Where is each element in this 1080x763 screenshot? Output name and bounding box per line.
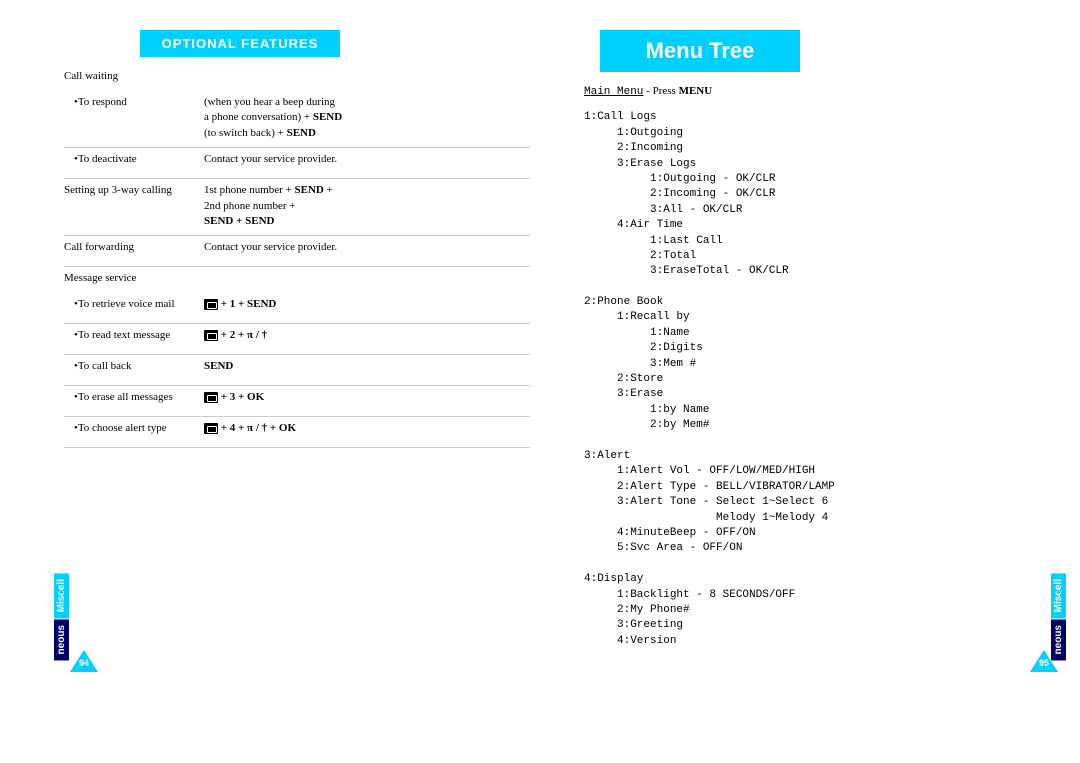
side-tab-top: Miscell — [54, 573, 69, 618]
left-content: Call waiting •To respond (when you hear … — [60, 69, 540, 448]
intro-underline: Main Menu — [584, 86, 643, 98]
row-erase-label: •To erase all messages — [64, 390, 204, 405]
text-keys: + 2 + π / † — [218, 329, 267, 341]
respond-text-1: (when you hear a beep during — [204, 96, 335, 108]
row-alert-value: + 4 + π / † + OK — [204, 421, 530, 436]
right-content: Main Menu - Press MENU 1:Call Logs 1:Out… — [580, 84, 1060, 649]
voice-keys: + 1 + SEND — [218, 298, 276, 310]
row-fwd-label: Call forwarding — [64, 240, 204, 255]
key-icon — [204, 392, 218, 403]
threeway-send: SEND — [295, 184, 324, 196]
row-text-value: + 2 + π / † — [204, 328, 530, 343]
side-tab-top: Miscell — [1051, 573, 1066, 618]
page-num-text: 95 — [1037, 658, 1051, 668]
row-voice-value: + 1 + SEND — [204, 297, 530, 312]
menu-tree: 1:Call Logs 1:Outgoing 2:Incoming 3:Eras… — [584, 110, 1050, 649]
divider — [64, 178, 530, 179]
divider — [64, 235, 530, 236]
main-menu-intro: Main Menu - Press MENU — [584, 84, 1050, 100]
alert-keys: + 4 + π / † + OK — [218, 422, 296, 434]
side-tab-bot: neous — [1051, 619, 1066, 660]
divider — [64, 447, 530, 448]
row-respond-value: (when you hear a beep during a phone con… — [204, 95, 530, 141]
key-icon — [204, 299, 218, 310]
respond-text-2: a phone conversation) + — [204, 111, 313, 123]
threeway-plus: + — [324, 184, 333, 196]
key-icon — [204, 330, 218, 341]
intro-bold: MENU — [679, 85, 713, 97]
respond-send-2: SEND — [287, 127, 316, 139]
call-waiting-label: Call waiting — [64, 69, 204, 84]
row-alert-label: •To choose alert type — [64, 421, 204, 436]
intro-mid: - Press — [643, 85, 678, 97]
divider — [64, 385, 530, 386]
section-header-right: Menu Tree — [600, 30, 800, 72]
respond-text-3: (to switch back) + — [204, 127, 287, 139]
row-msg-label: Message service — [64, 271, 204, 286]
page-left: OPTIONAL FEATURES Call waiting •To respo… — [60, 30, 540, 710]
divider — [64, 416, 530, 417]
divider — [64, 323, 530, 324]
key-icon — [204, 423, 218, 434]
row-callback-value: SEND — [204, 359, 530, 374]
row-deactivate-label: •To deactivate — [64, 152, 204, 167]
callback-keys: SEND — [204, 360, 233, 372]
page-num-text: 94 — [77, 658, 91, 668]
row-3way-value: 1st phone number + SEND + 2nd phone numb… — [204, 183, 530, 229]
erase-keys: + 3 + OK — [218, 391, 264, 403]
threeway-2: 2nd phone number + — [204, 200, 295, 212]
row-voice-label: •To retrieve voice mail — [64, 297, 204, 312]
side-tab-right: Miscell neous — [1051, 573, 1066, 660]
row-callback-label: •To call back — [64, 359, 204, 374]
row-text-label: •To read text message — [64, 328, 204, 343]
divider — [64, 147, 530, 148]
row-deactivate-value: Contact your service provider. — [204, 152, 530, 167]
row-3way-label: Setting up 3-way calling — [64, 183, 204, 198]
row-fwd-value: Contact your service provider. — [204, 240, 530, 255]
divider — [64, 354, 530, 355]
threeway-sendsend: SEND + SEND — [204, 215, 274, 227]
row-erase-value: + 3 + OK — [204, 390, 530, 405]
side-tab-bot: neous — [54, 619, 69, 660]
respond-send-1: SEND — [313, 111, 342, 123]
section-header-left: OPTIONAL FEATURES — [140, 30, 340, 57]
side-tab-left: Miscell neous — [54, 573, 69, 660]
page-right: Menu Tree Main Menu - Press MENU 1:Call … — [580, 30, 1060, 710]
divider — [64, 266, 530, 267]
row-respond-label: •To respond — [64, 95, 204, 110]
threeway-1: 1st phone number + — [204, 184, 295, 196]
